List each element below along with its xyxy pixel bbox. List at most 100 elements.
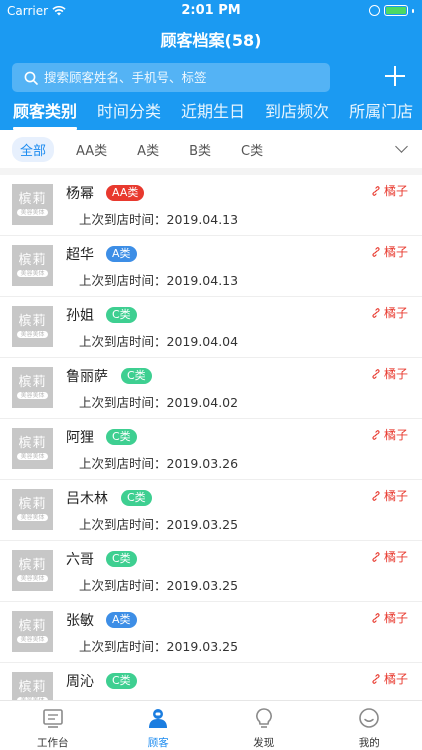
search-icon [24, 71, 38, 85]
link-icon [371, 368, 381, 379]
list-item[interactable]: 槟莉 美容美体 六哥 C类 上次到店时间：2019.03.25 橘子 [0, 541, 422, 602]
link-icon [371, 429, 381, 440]
avatar: 槟莉美容美体 [12, 672, 53, 700]
page-title: 顾客档案(58) [160, 31, 262, 50]
tab-profile[interactable]: 我的 [317, 701, 422, 750]
link-icon [371, 490, 381, 501]
status-badge: A类 [106, 612, 137, 628]
customer-list: 槟莉 美容美体 杨幂 AA类 上次到店时间：2019.04.13 橘子 槟莉 美容美… [0, 175, 422, 700]
avatar: 槟莉美容美体 [12, 306, 53, 347]
avatar: 槟莉美容美体 [12, 489, 53, 530]
filter-row: 全部 AA类 A类 B类 C类 [0, 130, 422, 168]
add-customer-button[interactable] [383, 64, 407, 88]
customer-name: 阿狸 [66, 430, 94, 446]
customer-name: 孙姐 [66, 308, 94, 324]
discover-icon [255, 708, 272, 728]
link-icon [371, 551, 381, 562]
status-badge: C类 [106, 307, 137, 323]
last-visit: 上次到店时间：2019.04.04 [79, 334, 239, 349]
link-icon [371, 612, 381, 623]
customer-name: 杨幂 [66, 186, 94, 202]
last-visit: 上次到店时间：2019.03.26 [79, 456, 239, 471]
last-visit: 上次到店时间：2019.04.02 [79, 395, 239, 410]
link-icon [371, 307, 381, 318]
last-visit: 上次到店时间：2019.03.25 [79, 517, 239, 532]
customer-name: 鲁丽萨 [66, 369, 108, 385]
tab-profile-label: 我的 [358, 737, 380, 749]
filter-all[interactable]: 全部 [12, 136, 55, 162]
filter-c[interactable]: C类 [233, 137, 271, 162]
status-time: 2:01 PM [181, 3, 241, 18]
list-item[interactable]: 槟莉 美容美体 超华 A类 上次到店时间：2019.04.13 橘子 [0, 236, 422, 297]
avatar: 槟莉美容美体 [12, 245, 53, 286]
status-badge: C类 [121, 490, 152, 506]
battery [369, 5, 414, 16]
list-item[interactable]: 槟莉 美容美体 孙姐 C类 上次到店时间：2019.04.04 橘子 [0, 297, 422, 358]
customer-name: 超华 [66, 247, 94, 263]
filter-a[interactable]: A类 [129, 137, 167, 162]
customer-icon [149, 709, 168, 728]
header: Carrier 2:01 PM 顾客档案(58) 顾客类别 时间分类 近期生日 … [0, 0, 422, 130]
category-tabs: 顾客类别 时间分类 近期生日 到店频次 所属门店 [0, 100, 422, 130]
customer-name: 吕木林 [66, 491, 108, 507]
link-tag[interactable]: 橘子 [371, 304, 408, 321]
chevron-down-icon[interactable] [395, 140, 408, 153]
profile-icon [359, 708, 380, 728]
tab-customer[interactable]: 顾客 [106, 701, 212, 750]
customer-name: 六哥 [66, 552, 94, 568]
list-item[interactable]: 槟莉美容美体 周沁 C类 橘子 [0, 663, 422, 700]
last-visit: 上次到店时间：2019.03.25 [79, 578, 239, 593]
tab-customer-category[interactable]: 顾客类别 [0, 100, 84, 130]
status-badge: C类 [106, 429, 137, 445]
link-tag[interactable]: 橘子 [371, 487, 408, 504]
search-box[interactable] [12, 63, 330, 92]
link-icon [371, 185, 381, 196]
status-badge: A类 [106, 246, 137, 262]
tab-recent-birthday[interactable]: 近期生日 [168, 100, 252, 130]
filter-b[interactable]: B类 [181, 137, 219, 162]
tab-visit-frequency[interactable]: 到店频次 [252, 100, 336, 130]
customer-name: 周沁 [66, 674, 94, 690]
link-tag[interactable]: 橘子 [371, 243, 408, 260]
tab-workbench[interactable]: 工作台 [0, 701, 106, 750]
tab-workbench-label: 工作台 [37, 737, 69, 749]
list-item[interactable]: 槟莉 美容美体 鲁丽萨 C类 上次到店时间：2019.04.02 橘子 [0, 358, 422, 419]
avatar: 槟莉美容美体 [12, 367, 53, 408]
link-icon [371, 673, 381, 684]
last-visit: 上次到店时间：2019.04.13 [79, 212, 239, 227]
status-badge: C类 [121, 368, 152, 384]
tab-discover-label: 发现 [253, 737, 275, 749]
list-item[interactable]: 槟莉 美容美体 杨幂 AA类 上次到店时间：2019.04.13 橘子 [0, 175, 422, 236]
link-icon [371, 246, 381, 257]
link-tag[interactable]: 橘子 [371, 426, 408, 443]
last-visit: 上次到店时间：2019.03.25 [79, 639, 239, 654]
tab-discover[interactable]: 发现 [211, 701, 317, 750]
list-item[interactable]: 槟莉 美容美体 吕木林 C类 上次到店时间：2019.03.25 橘子 [0, 480, 422, 541]
link-tag[interactable]: 橘子 [371, 182, 408, 199]
status-badge: AA类 [106, 185, 145, 201]
tab-customer-label: 顾客 [147, 737, 169, 749]
avatar: 槟莉美容美体 [12, 550, 53, 591]
status-badge: C类 [106, 673, 137, 689]
alarm-icon [369, 5, 380, 16]
tab-store[interactable]: 所属门店 [336, 100, 420, 130]
avatar: 槟莉美容美体 [12, 611, 53, 652]
list-item[interactable]: 槟莉 美容美体 阿狸 C类 上次到店时间：2019.03.26 橘子 [0, 419, 422, 480]
status-badge: C类 [106, 551, 137, 567]
tab-time-category[interactable]: 时间分类 [84, 100, 168, 130]
avatar: 槟莉美容美体 [12, 184, 53, 225]
bottom-tab-bar: 工作台 顾客 发现 我的 [0, 700, 422, 750]
customer-name: 张敏 [66, 613, 94, 629]
status-bar: Carrier 2:01 PM [0, 0, 422, 22]
link-tag[interactable]: 橘子 [371, 548, 408, 565]
battery-icon [384, 5, 408, 16]
last-visit: 上次到店时间：2019.04.13 [79, 273, 239, 288]
list-item[interactable]: 槟莉 美容美体 张敏 A类 上次到店时间：2019.03.25 橘子 [0, 602, 422, 663]
search-input[interactable] [44, 70, 314, 85]
link-tag[interactable]: 橘子 [371, 365, 408, 382]
link-tag[interactable]: 橘子 [371, 609, 408, 626]
filter-aa[interactable]: AA类 [68, 137, 115, 162]
workbench-icon [42, 709, 63, 728]
avatar: 槟莉美容美体 [12, 428, 53, 469]
link-tag[interactable]: 橘子 [371, 670, 408, 687]
